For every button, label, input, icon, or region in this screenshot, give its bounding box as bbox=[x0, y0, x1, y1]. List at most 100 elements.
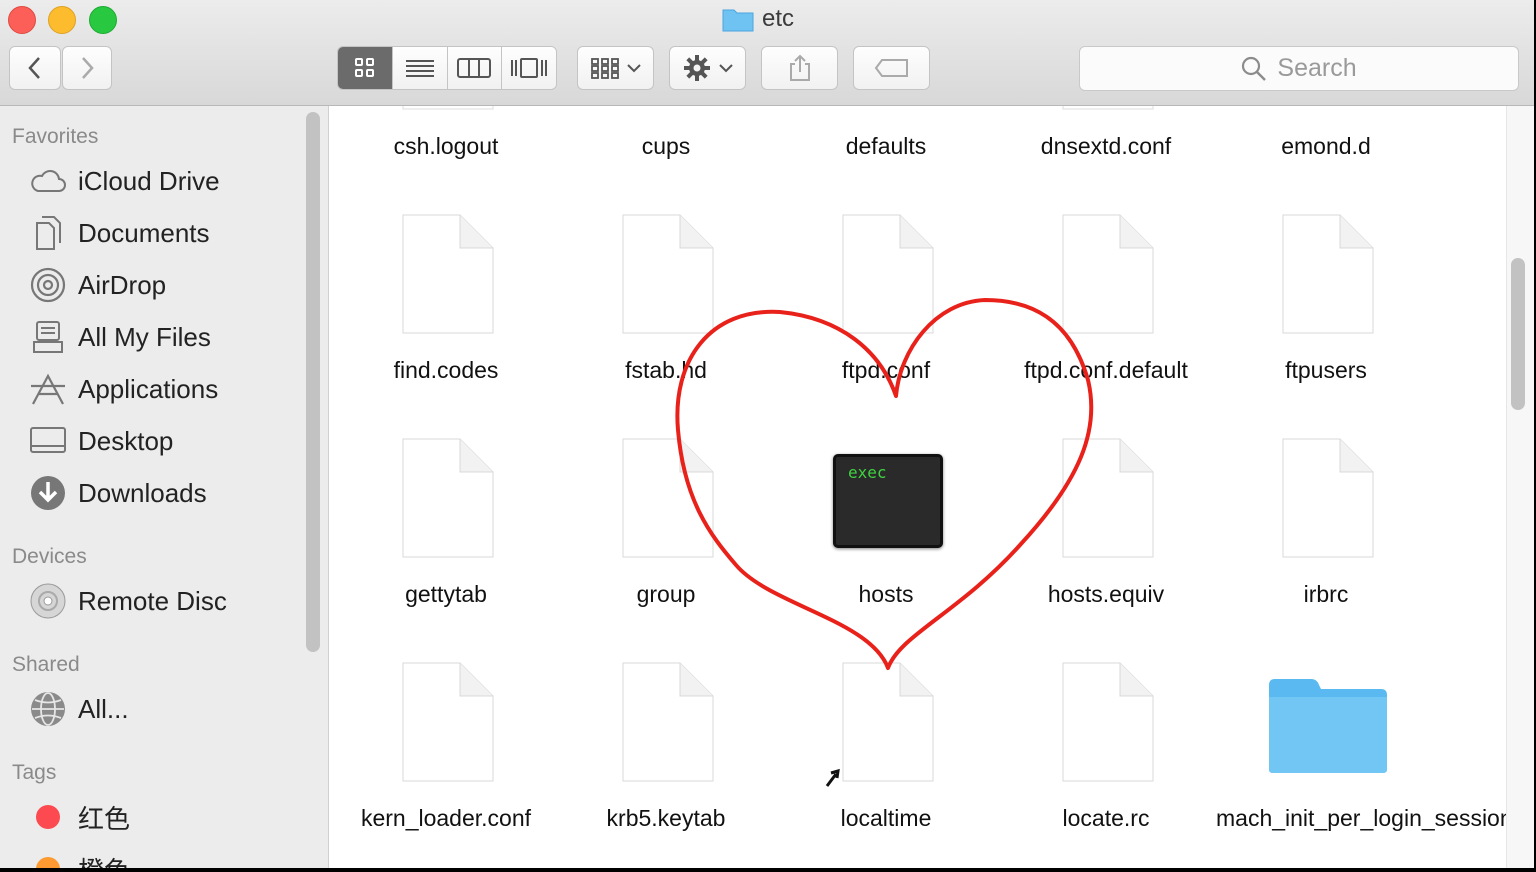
gear-icon bbox=[683, 55, 710, 81]
red-tag-icon bbox=[28, 797, 68, 837]
action-button[interactable] bbox=[669, 46, 746, 90]
search-placeholder: Search bbox=[1277, 54, 1357, 82]
orange-tag-icon bbox=[28, 849, 68, 868]
tag-button[interactable] bbox=[853, 46, 930, 90]
document-icon bbox=[1282, 438, 1374, 558]
sidebar-item-remote-disc[interactable]: Remote Disc bbox=[28, 581, 227, 621]
terminal-exec-icon[interactable]: exec bbox=[833, 454, 943, 548]
file-name: ftpusers bbox=[1285, 357, 1367, 383]
toolbar: etc Search bbox=[0, 0, 1534, 106]
share-button[interactable] bbox=[761, 46, 838, 90]
finder-window: etc Search Favorites iCloud Drive Docume… bbox=[0, 0, 1534, 868]
forward-button[interactable] bbox=[62, 46, 112, 90]
file-name: dnsextd.conf bbox=[1040, 133, 1172, 159]
sidebar-item-downloads[interactable]: Downloads bbox=[28, 473, 207, 513]
file-name: mach_init_per_login_session.d bbox=[1216, 805, 1532, 831]
window-title: etc bbox=[722, 4, 794, 34]
document-icon bbox=[1062, 438, 1154, 558]
sidebar-item-label: Downloads bbox=[78, 477, 207, 508]
document-icon bbox=[1062, 662, 1154, 782]
grid-icon bbox=[354, 58, 374, 77]
exec-label: exec bbox=[848, 463, 887, 482]
document-icon bbox=[1282, 214, 1374, 334]
file-name: hosts bbox=[858, 581, 914, 607]
sidebar-item-label: All My Files bbox=[78, 321, 211, 352]
view-mode-segment bbox=[337, 46, 557, 90]
document-icon bbox=[402, 106, 494, 110]
sidebar-item-tag-orange[interactable]: 橙色 bbox=[28, 849, 130, 868]
document-icon bbox=[842, 214, 934, 334]
content-scrollbar[interactable] bbox=[1511, 258, 1525, 410]
document-icon bbox=[842, 662, 934, 782]
close-button[interactable] bbox=[8, 6, 36, 34]
file-name: locate.rc bbox=[1062, 805, 1150, 831]
file-name: gettytab bbox=[405, 581, 487, 607]
sidebar-item-applications[interactable]: Applications bbox=[28, 369, 218, 409]
chevron-right-icon bbox=[82, 57, 94, 79]
document-icon bbox=[402, 214, 494, 334]
folder-icon bbox=[1269, 679, 1387, 773]
sidebar-item-documents[interactable]: Documents bbox=[28, 213, 210, 253]
sidebar-item-label: 红色 bbox=[78, 803, 131, 834]
back-button[interactable] bbox=[9, 46, 61, 90]
sidebar-item-label: All... bbox=[78, 693, 129, 724]
sidebar-item-airdrop[interactable]: AirDrop bbox=[28, 265, 166, 305]
coverflow-icon bbox=[511, 58, 548, 78]
file-name: csh.logout bbox=[393, 133, 499, 159]
sidebar-item-label: Applications bbox=[78, 373, 219, 404]
search-field[interactable]: Search bbox=[1079, 46, 1519, 91]
search-icon bbox=[1242, 56, 1267, 81]
all-files-icon bbox=[28, 317, 68, 357]
sidebar-header-shared: Shared bbox=[12, 653, 80, 676]
content-scroll-track bbox=[1506, 106, 1534, 868]
chevron-left-icon bbox=[28, 57, 40, 79]
coverflow-view-button[interactable] bbox=[502, 47, 556, 89]
network-icon bbox=[28, 689, 68, 729]
window-title-text: etc bbox=[762, 5, 795, 32]
alias-arrow-icon bbox=[825, 768, 840, 787]
file-name: localtime bbox=[840, 805, 932, 831]
zoom-button[interactable] bbox=[89, 6, 117, 34]
share-icon bbox=[789, 54, 810, 81]
document-icon bbox=[1062, 214, 1154, 334]
airdrop-icon bbox=[28, 265, 68, 305]
sidebar-item-all-shared[interactable]: All... bbox=[28, 689, 129, 729]
sidebar: Favorites iCloud Drive Documents AirDrop… bbox=[0, 106, 329, 868]
sidebar-item-label: 橙色 bbox=[78, 851, 130, 869]
sidebar-item-tag-red[interactable]: 红色 bbox=[28, 797, 130, 837]
arrange-button[interactable] bbox=[577, 46, 654, 90]
file-name: find.codes bbox=[393, 357, 499, 383]
sidebar-item-icloud-drive[interactable]: iCloud Drive bbox=[28, 161, 220, 201]
desktop-icon bbox=[28, 421, 68, 461]
sidebar-item-all-my-files[interactable]: All My Files bbox=[28, 317, 211, 357]
file-name: hosts.equiv bbox=[1047, 581, 1165, 607]
document-icon bbox=[622, 214, 714, 334]
sidebar-header-devices: Devices bbox=[12, 545, 87, 568]
sidebar-header-favorites: Favorites bbox=[12, 125, 99, 148]
folder-icon bbox=[722, 9, 754, 32]
file-name: ftpd.conf.default bbox=[1024, 357, 1188, 383]
sidebar-header-tags: Tags bbox=[12, 761, 57, 784]
file-name: defaults bbox=[845, 133, 927, 159]
document-icon bbox=[402, 662, 494, 782]
applications-icon bbox=[28, 369, 68, 409]
tag-icon bbox=[874, 59, 908, 77]
sidebar-item-desktop[interactable]: Desktop bbox=[28, 421, 173, 461]
sidebar-item-label: Documents bbox=[78, 217, 210, 248]
sidebar-item-label: AirDrop bbox=[78, 269, 167, 300]
column-view-button[interactable] bbox=[447, 47, 503, 89]
disc-icon bbox=[28, 581, 68, 621]
icon-view-button[interactable] bbox=[338, 47, 393, 89]
chevron-down-icon bbox=[626, 64, 641, 73]
downloads-icon bbox=[28, 473, 68, 513]
file-name: cups bbox=[641, 133, 691, 159]
list-icon bbox=[405, 60, 434, 77]
cloud-icon bbox=[28, 161, 68, 201]
sidebar-item-label: iCloud Drive bbox=[78, 165, 220, 196]
document-icon bbox=[622, 662, 714, 782]
arrange-grid-icon bbox=[590, 58, 619, 79]
minimize-button[interactable] bbox=[48, 6, 76, 34]
sidebar-scrollbar[interactable] bbox=[306, 112, 320, 652]
list-view-button[interactable] bbox=[392, 47, 448, 89]
sidebar-item-label: Remote Disc bbox=[78, 585, 227, 616]
